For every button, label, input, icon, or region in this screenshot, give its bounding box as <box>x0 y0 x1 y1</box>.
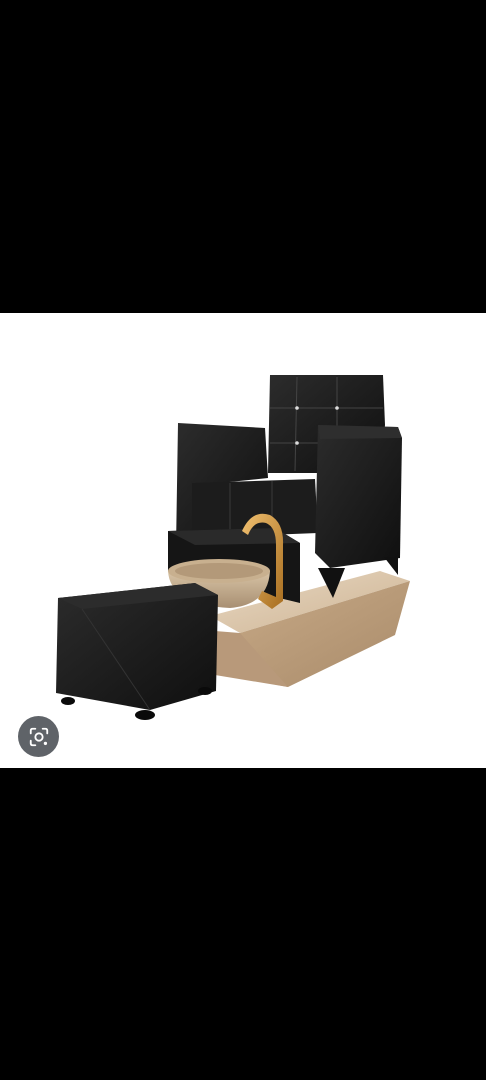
ottoman <box>56 583 218 720</box>
chair-right-arm <box>315 425 402 568</box>
pedicure-chair-image <box>56 375 410 720</box>
top-black-band <box>0 0 486 313</box>
bottom-black-band <box>0 768 486 1080</box>
product-photo <box>0 313 486 768</box>
lens-search-icon <box>29 727 48 746</box>
lens-search-button[interactable] <box>18 716 59 757</box>
